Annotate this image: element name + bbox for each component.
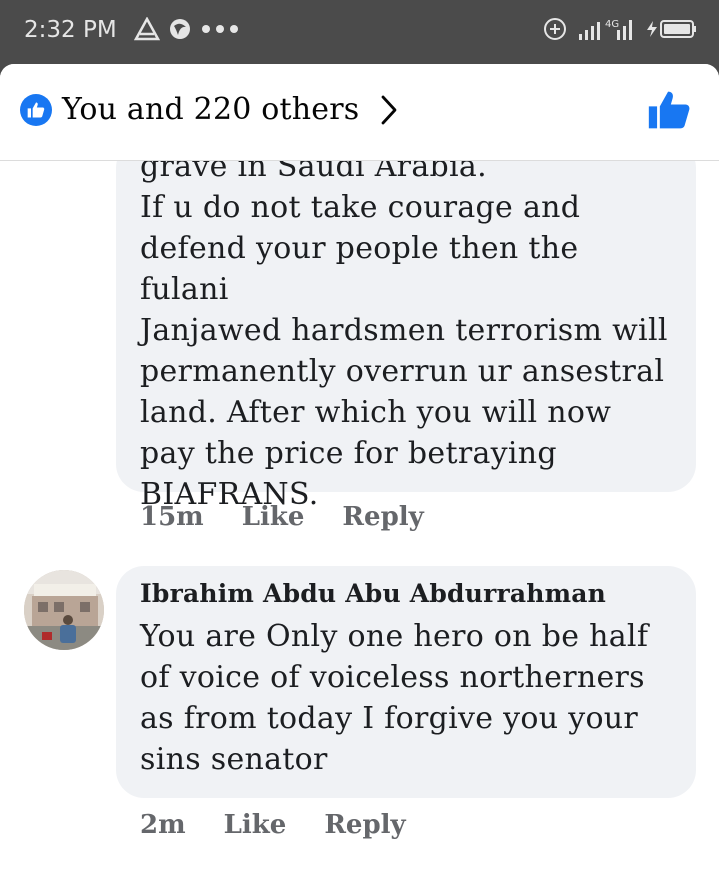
like-link[interactable]: Like [224,810,287,840]
avatar[interactable] [24,570,104,650]
like-link[interactable]: Like [242,502,305,532]
comment-author[interactable]: Ibrahim Abdu Abu Abdurrahman [140,578,676,610]
notification-app-icon [168,17,192,45]
thumbs-up-icon [648,91,690,129]
comment-text: grave in Saudi Arabia. If u do not take … [140,149,668,512]
comment-text: You are Only one hero on be half of voic… [140,619,649,777]
comment-bubble[interactable]: Ibrahim Abdu Abu Abdurrahman You are Onl… [116,566,696,798]
sheet-header: You and 220 others [0,64,719,161]
signal-4g-icon: 4G [577,16,635,46]
like-thumb-button[interactable] [647,88,691,136]
battery-charging-icon [645,17,697,45]
thumbs-up-badge-icon [20,93,52,126]
reactions-summary-button[interactable]: You and 220 others [20,92,397,127]
reactions-count-label: You and 220 others [62,92,360,127]
status-icons-right: 4G [543,16,697,46]
avatar-photo-icon [24,570,104,650]
chevron-right-icon [381,95,397,125]
comment-time: 2m [140,810,186,840]
network-label: 4G [605,19,619,30]
status-icons-left [133,16,240,45]
navigation-icon [133,16,161,45]
reply-link[interactable]: Reply [324,810,405,840]
status-bar: 2:32 PM 4G [0,0,719,66]
comment-bubble[interactable]: grave in Saudi Arabia. If u do not take … [116,140,696,512]
comment-actions: 15m Like Reply [140,502,462,532]
data-saver-icon [543,17,567,45]
comment-time: 15m [140,502,204,532]
comment-actions: 2m Like Reply [140,810,444,840]
status-time: 2:32 PM [24,17,117,43]
reactions-sheet: You and 220 others grave in Saudi Arabia… [0,64,719,871]
more-dots-icon [200,17,240,45]
reply-link[interactable]: Reply [342,502,423,532]
